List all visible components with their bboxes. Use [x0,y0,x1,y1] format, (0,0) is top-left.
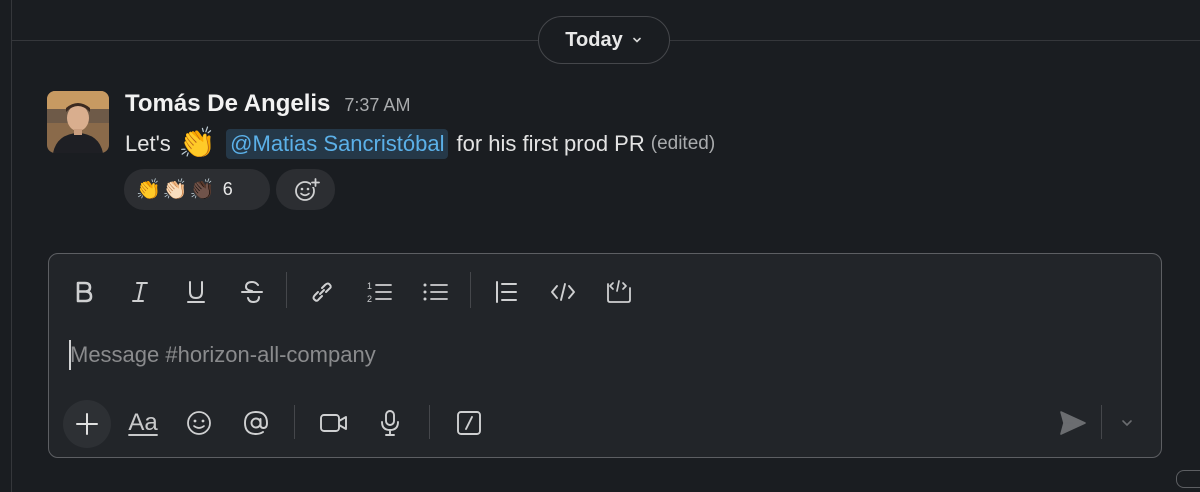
chevron-down-icon [631,34,643,46]
emoji-button[interactable] [179,403,219,443]
attach-button[interactable] [63,400,111,448]
underline-button[interactable] [178,274,214,310]
send-options-button[interactable] [1107,403,1147,443]
avatar[interactable] [47,91,109,153]
reaction-emoji-clap-dark: 👏🏿 [189,178,215,201]
blockquote-icon [492,278,520,306]
message-input[interactable]: Message #horizon-all-company [70,342,376,368]
video-icon [319,410,349,436]
formatting-toggle-button[interactable]: Aa [123,403,163,443]
ordered-list-icon: 12 [365,278,393,306]
italic-icon [127,279,153,305]
mention-icon [242,409,270,437]
bold-button[interactable] [66,274,102,310]
clapping-hands-emoji: 👏 [178,127,217,160]
svg-text:2: 2 [367,294,372,304]
slash-command-icon [455,409,483,437]
link-button[interactable] [304,274,340,310]
message-text: Let's 👏 @Matias Sancristóbal for his fir… [125,124,715,164]
send-button[interactable] [1053,403,1093,443]
italic-button[interactable] [122,274,158,310]
audio-clip-button[interactable] [370,403,410,443]
bulleted-list-button[interactable] [417,274,453,310]
add-reaction-button[interactable] [276,169,335,210]
link-icon [309,279,335,305]
message-text-start: Let's [125,131,171,156]
message-header: Tomás De Angelis 7:37 AM [125,90,410,118]
svg-text:1: 1 [367,281,372,291]
ordered-list-button[interactable]: 12 [361,274,397,310]
reaction-emoji-clap: 👏 [136,178,161,201]
add-reaction-icon [292,176,320,204]
left-border [11,0,12,492]
edited-label: (edited) [650,133,716,154]
reaction-emoji-clap-light: 👏🏻 [162,178,188,201]
reaction-count: 6 [222,179,233,199]
author-name[interactable]: Tomás De Angelis [125,90,330,118]
message-text-end: for his first prod PR [456,131,645,156]
blockquote-button[interactable] [488,274,524,310]
reaction-group[interactable]: 👏 👏🏻 👏🏿 6 [124,169,270,210]
code-icon [549,278,577,306]
toolbar-divider [429,405,430,439]
formatting-toggle-label: Aa [128,409,158,436]
day-label: Today [565,28,623,51]
emoji-icon [185,409,213,437]
code-block-icon [604,278,634,306]
message-composer: 12 Message #horizon-all-company Aa [48,253,1162,458]
toolbar-divider [470,272,471,308]
slash-command-button[interactable] [449,403,489,443]
strikethrough-button[interactable] [234,274,270,310]
bold-icon [71,279,97,305]
microphone-icon [377,409,403,437]
toolbar-divider [286,272,287,308]
send-icon [1059,410,1087,436]
plus-icon [75,412,99,436]
chevron-down-icon [1120,416,1134,430]
mention-button[interactable] [236,403,276,443]
toolbar-divider [294,405,295,439]
send-divider [1101,405,1102,439]
code-block-button[interactable] [601,274,637,310]
bulleted-list-icon [421,278,449,306]
video-button[interactable] [314,403,354,443]
strikethrough-icon [239,279,265,305]
code-button[interactable] [545,274,581,310]
scroll-indicator[interactable] [1176,470,1200,488]
day-divider-button[interactable]: Today [538,16,670,64]
underline-icon [183,279,209,305]
message-timestamp[interactable]: 7:37 AM [344,95,410,116]
user-mention[interactable]: @Matias Sancristóbal [226,129,449,159]
